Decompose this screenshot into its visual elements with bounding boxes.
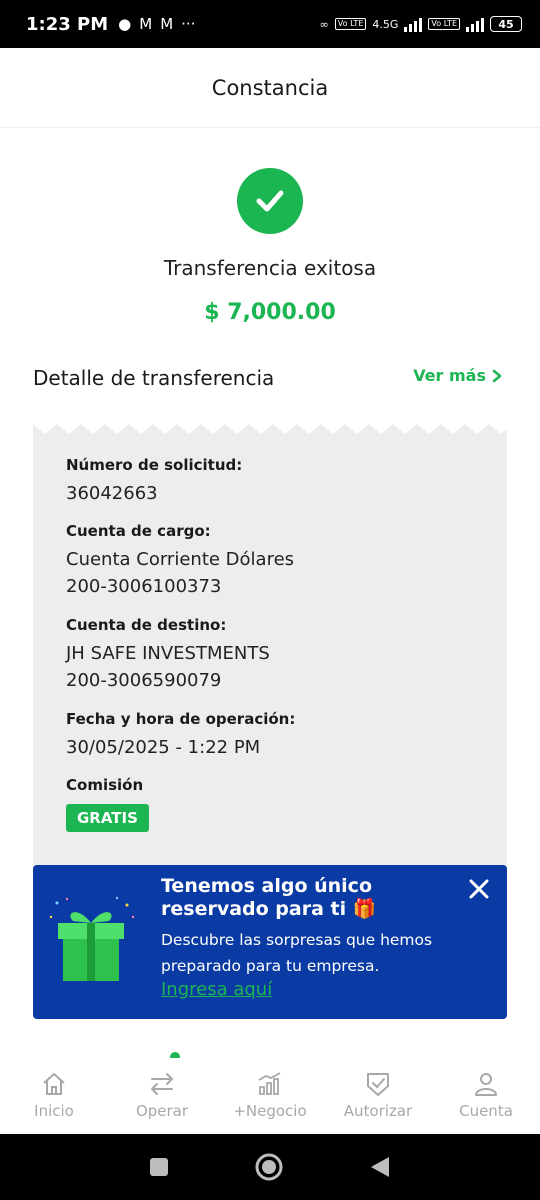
gmail-icon: M (160, 15, 174, 33)
battery-icon: 45 (490, 16, 522, 32)
request-number-value: 36042663 (66, 483, 158, 504)
gift-icon (49, 896, 135, 981)
status-time: 1:23 PM (26, 13, 109, 35)
promo-description: Descubre las sorpresas que hemos prepara… (161, 931, 433, 975)
source-account-name: Cuenta Corriente Dólares (66, 549, 295, 570)
status-system-icons: ∞ Vo LTE 4.5G Vo LTE 45 (320, 16, 522, 32)
user-icon (475, 1073, 497, 1096)
home-icon (43, 1073, 65, 1095)
close-icon[interactable] (467, 877, 491, 901)
nav-label: Inicio (34, 1102, 74, 1120)
nav-item-operar[interactable]: Operar (108, 1058, 216, 1134)
dest-account-label: Cuenta de destino: (66, 616, 227, 634)
transfer-amount: $ 7,000.00 (204, 300, 336, 325)
source-account-label: Cuenta de cargo: (66, 522, 211, 540)
promo-banner[interactable]: Tenemos algo único reservado para ti 🎁 D… (33, 865, 507, 1019)
request-number-field: Número de solicitud: 36042663 (66, 456, 242, 507)
operation-date-field: Fecha y hora de operación: 30/05/2025 - … (66, 710, 295, 761)
receipt-torn-edge (33, 418, 507, 434)
app-header: Constancia (0, 48, 540, 128)
volte-icon: Vo LTE (334, 18, 367, 30)
operation-date-value: 30/05/2025 - 1:22 PM (66, 737, 261, 758)
page-title: Constancia (211, 75, 329, 100)
recents-icon[interactable] (149, 1157, 169, 1177)
receipt-card: Número de solicitud: 36042663 Cuenta de … (33, 418, 507, 870)
ver-mas-label: Ver más (413, 366, 486, 385)
hotspot-icon: ∞ (319, 17, 329, 31)
ver-mas-link[interactable]: Ver más (413, 366, 502, 385)
source-account-field: Cuenta de cargo: Cuenta Corriente Dólare… (66, 522, 294, 600)
dest-account-number: 200-3006590079 (66, 670, 222, 691)
home-button-icon[interactable] (255, 1153, 283, 1181)
request-number-label: Número de solicitud: (66, 456, 243, 474)
detail-title: Detalle de transferencia (33, 366, 275, 390)
success-check-icon (237, 168, 303, 234)
fee-field: Comisión GRATIS (66, 776, 149, 832)
nav-label: Cuenta (459, 1102, 513, 1120)
transfer-arrows-icon (151, 1073, 173, 1095)
nav-item-cuenta[interactable]: Cuenta (432, 1058, 540, 1134)
nav-item-negocio[interactable]: +Negocio (216, 1058, 324, 1134)
nav-label: Autorizar (343, 1102, 413, 1120)
chevron-right-icon (492, 369, 502, 382)
shield-check-icon (367, 1073, 389, 1096)
status-bar: 1:23 PM ● M M ··· ∞ Vo LTE 4.5G Vo LTE 4… (0, 0, 540, 48)
back-icon[interactable] (369, 1155, 391, 1179)
source-account-number: 200-3006100373 (66, 576, 222, 597)
network-type: 4.5G (372, 17, 399, 31)
signal-icon (466, 16, 484, 32)
signal-icon (404, 16, 423, 32)
growth-chart-icon (258, 1072, 281, 1095)
status-notification-icons: ● M M ··· (118, 15, 195, 33)
gmail-icon: M (139, 15, 153, 33)
bottom-nav: Inicio Operar +Negocio Autorizar Cuenta (0, 1058, 540, 1134)
android-nav-bar (0, 1134, 540, 1200)
dest-account-name: JH SAFE INVESTMENTS (66, 643, 270, 664)
nav-item-inicio[interactable]: Inicio (0, 1058, 108, 1134)
dest-account-field: Cuenta de destino: JH SAFE INVESTMENTS 2… (66, 616, 270, 694)
success-message: Transferencia exitosa (163, 256, 377, 280)
nav-label: +Negocio (233, 1102, 307, 1120)
promo-title: Tenemos algo único reservado para ti 🎁 (161, 875, 377, 920)
more-icon: ··· (181, 15, 196, 33)
fee-badge: GRATIS (66, 804, 149, 832)
operation-date-label: Fecha y hora de operación: (66, 710, 296, 728)
nav-item-autorizar[interactable]: Autorizar (324, 1058, 432, 1134)
chat-icon: ● (118, 15, 132, 33)
fee-label: Comisión (66, 776, 144, 794)
nav-label: Operar (135, 1102, 189, 1120)
promo-link[interactable]: Ingresa aquí (161, 979, 272, 1000)
volte-icon: Vo LTE (428, 18, 460, 30)
